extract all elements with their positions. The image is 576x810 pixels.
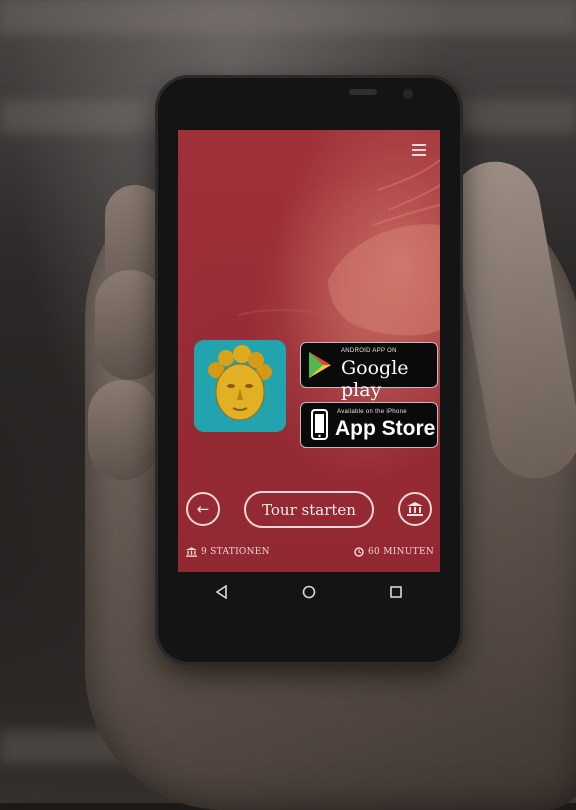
duration-label: 60 MINUTEN	[368, 547, 434, 557]
phone-speaker	[349, 89, 377, 95]
google-play-button[interactable]: ANDROID APP ON Google play	[300, 342, 438, 401]
museum-button[interactable]	[398, 492, 432, 526]
app-icon	[194, 340, 286, 432]
android-nav-bar	[178, 572, 440, 612]
start-tour-label: Tour starten	[262, 500, 356, 519]
background-shelf	[0, 0, 576, 34]
back-arrow-icon: ←	[196, 500, 210, 518]
app-screen: ANDROID APP ON Google play Available on …	[178, 130, 440, 572]
tour-duration: 60 MINUTEN	[354, 547, 434, 557]
clock-icon	[354, 547, 364, 557]
google-play-label: Google play	[341, 357, 409, 401]
museum-icon	[407, 502, 423, 516]
app-store-small-label: Available on the iPhone	[337, 409, 407, 415]
google-play-logo-icon	[309, 352, 331, 378]
iphone-icon	[311, 409, 328, 440]
android-home-button[interactable]	[289, 577, 329, 607]
android-recents-icon	[390, 586, 403, 598]
stations-count: 9 STATIONEN	[186, 547, 270, 557]
menu-icon[interactable]	[412, 144, 426, 156]
google-play-small-label: ANDROID APP ON	[341, 348, 397, 354]
app-store-button[interactable]: Available on the iPhone App Store	[300, 402, 438, 448]
android-back-button[interactable]	[202, 577, 242, 607]
android-recents-button[interactable]	[376, 577, 416, 607]
app-store-label: App Store	[335, 417, 436, 440]
stations-label: 9 STATIONEN	[201, 547, 270, 557]
phone-camera	[403, 89, 413, 99]
museum-icon	[186, 547, 197, 557]
start-tour-button[interactable]: Tour starten	[244, 491, 374, 528]
android-home-icon	[302, 585, 316, 599]
finger	[88, 380, 158, 480]
golden-head-icon	[208, 345, 272, 421]
back-button[interactable]: ←	[186, 492, 220, 526]
android-back-icon	[215, 585, 227, 599]
